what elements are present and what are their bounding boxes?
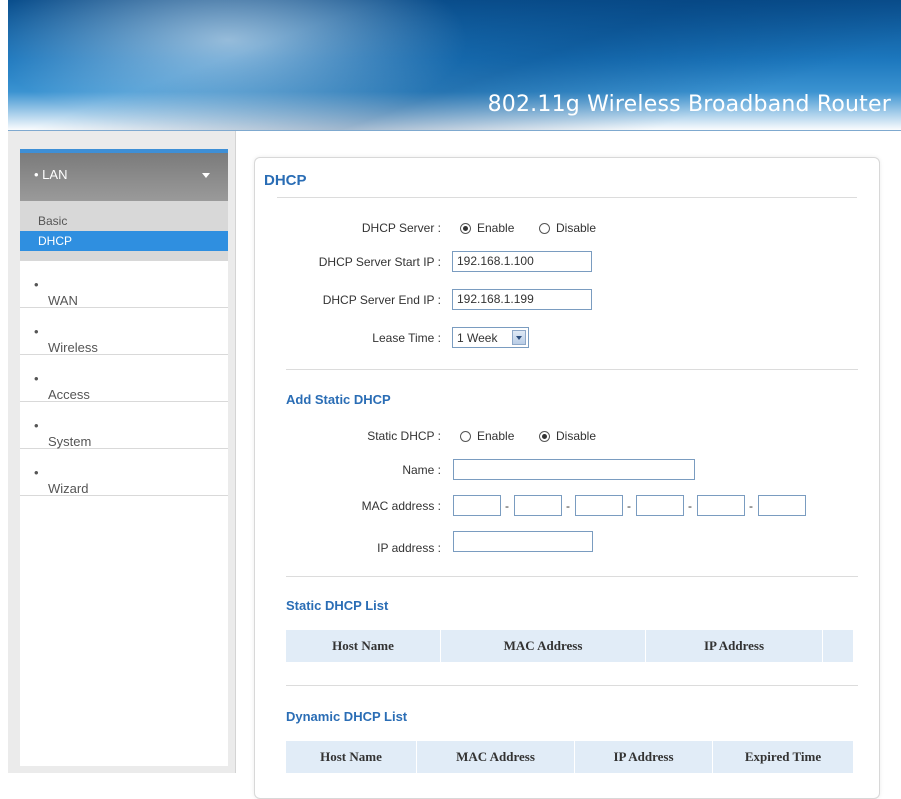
lease-time-label: Lease Time : (372, 331, 441, 345)
sidebar-menu: • LAN Basic DHCP • WAN • Wireless • Acce… (20, 149, 228, 766)
mac-separator: - (688, 499, 692, 513)
dhcp-server-enable-radio[interactable]: Enable (460, 221, 514, 235)
sidebar-item-wireless[interactable]: • Wireless (20, 308, 228, 355)
column-header: MAC Address (441, 630, 646, 662)
section-divider-1 (286, 369, 858, 370)
sidebar-item-wan[interactable]: • WAN (20, 261, 228, 308)
section-divider-3 (286, 685, 858, 686)
mac-separator: - (749, 499, 753, 513)
lan-submenu: Basic DHCP (20, 201, 228, 261)
mac-separator: - (505, 499, 509, 513)
submenu-item-dhcp[interactable]: DHCP (20, 231, 228, 251)
mac-octet-5-input[interactable] (697, 495, 745, 516)
add-static-dhcp-title: Add Static DHCP (286, 392, 391, 407)
lease-time-value: 1 Week (457, 330, 498, 345)
name-input[interactable] (453, 459, 695, 480)
static-dhcp-enable-radio[interactable]: Enable (460, 429, 514, 443)
static-dhcp-list-title: Static DHCP List (286, 598, 389, 613)
sidebar-items: • WAN • Wireless • Access Control • Syst… (20, 261, 228, 496)
mac-octet-4-input[interactable] (636, 495, 684, 516)
sidebar: • LAN Basic DHCP • WAN • Wireless • Acce… (8, 131, 236, 773)
radio-unchecked-icon (460, 430, 471, 442)
sidebar-item-access-control[interactable]: • Access Control (20, 355, 228, 417)
column-header: Host Name (286, 630, 441, 662)
sidebar-item-lan-label: • LAN (34, 167, 68, 182)
chevron-down-icon (202, 173, 210, 178)
mac-octet-2-input[interactable] (514, 495, 562, 516)
mac-octet-6-input[interactable] (758, 495, 806, 516)
dhcp-server-disable-radio[interactable]: Disable (539, 221, 596, 235)
radio-checked-icon (539, 430, 550, 442)
column-header: Host Name (286, 741, 417, 773)
mac-address-label: MAC address : (361, 499, 441, 513)
static-dhcp-label: Static DHCP : (367, 429, 441, 443)
ip-address-label: IP address : (377, 541, 441, 555)
title-divider (277, 197, 857, 198)
submenu-item-basic[interactable]: Basic (20, 211, 228, 231)
start-ip-input[interactable]: 192.168.1.100 (452, 251, 592, 272)
dropdown-arrow-icon (512, 330, 526, 345)
static-dhcp-disable-radio[interactable]: Disable (539, 429, 596, 443)
sidebar-filler (20, 496, 228, 766)
mac-separator: - (627, 499, 631, 513)
radio-checked-icon (460, 222, 471, 234)
router-title: 802.11g Wireless Broadband Router (487, 92, 891, 117)
dynamic-dhcp-table-header: Host Name MAC Address IP Address Expired… (286, 741, 853, 773)
column-header: IP Address (646, 630, 823, 662)
static-ip-input[interactable] (453, 531, 593, 552)
section-divider-2 (286, 576, 858, 577)
dhcp-server-label: DHCP Server : (361, 221, 441, 235)
content-panel: DHCP DHCP Server : Enable Disable DHCP S… (254, 157, 880, 799)
mac-octet-3-input[interactable] (575, 495, 623, 516)
sidebar-item-system[interactable]: • System (20, 402, 228, 449)
column-header: Expired Time (744, 749, 822, 764)
lease-time-select[interactable]: 1 Week (452, 327, 529, 348)
end-ip-label: DHCP Server End IP : (322, 293, 441, 307)
page-title: DHCP (264, 172, 307, 189)
column-header-empty (823, 630, 853, 662)
end-ip-input[interactable]: 192.168.1.199 (452, 289, 592, 310)
mac-separator: - (566, 499, 570, 513)
radio-unchecked-icon (539, 222, 550, 234)
sidebar-item-lan[interactable]: • LAN (20, 149, 228, 201)
column-header: IP Address (575, 741, 713, 773)
start-ip-label: DHCP Server Start IP : (318, 255, 441, 269)
left-edge (0, 0, 8, 773)
name-label: Name : (402, 463, 441, 477)
header-banner: 802.11g Wireless Broadband Router (8, 0, 901, 131)
static-dhcp-table-header: Host Name MAC Address IP Address (286, 630, 853, 662)
column-header: MAC Address (417, 741, 575, 773)
sidebar-item-wizard[interactable]: • Wizard (20, 449, 228, 496)
dynamic-dhcp-list-title: Dynamic DHCP List (286, 709, 408, 724)
mac-octet-1-input[interactable] (453, 495, 501, 516)
